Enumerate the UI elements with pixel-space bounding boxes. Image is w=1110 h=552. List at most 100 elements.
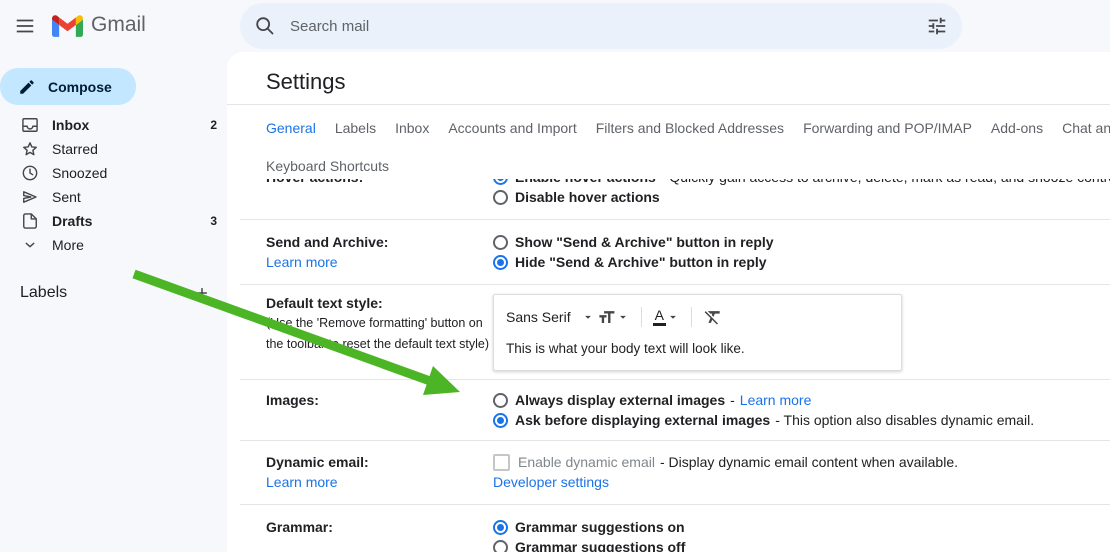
sidebar-item-label: Snoozed xyxy=(52,165,107,181)
tab-keyboard-shortcuts[interactable]: Keyboard Shortcuts xyxy=(266,158,389,174)
text-color-dropdown[interactable]: A xyxy=(651,308,682,326)
draft-icon xyxy=(20,211,40,231)
text-color-icon: A xyxy=(653,308,666,326)
setting-row-send-and-archive: Send and Archive: Learn more Show "Send … xyxy=(240,220,1110,285)
labels-title: Labels xyxy=(20,284,67,302)
show-send-archive-option[interactable]: Show "Send & Archive" button in reply xyxy=(515,232,774,252)
title-divider xyxy=(227,104,1110,105)
grammar-label: Grammar: xyxy=(266,517,493,537)
chevron-down-icon xyxy=(666,310,680,324)
radio-disable-hover-actions[interactable] xyxy=(493,190,508,205)
tab-forwarding-and-pop-imap[interactable]: Forwarding and POP/IMAP xyxy=(803,118,972,142)
images-learn-more-link[interactable]: Learn more xyxy=(740,390,812,410)
sidebar-item-label: Starred xyxy=(52,141,98,157)
dynamic-email-learn-more-link[interactable]: Learn more xyxy=(266,472,338,492)
text-style-editor-box: Sans Serif A xyxy=(493,294,902,371)
setting-row-images: Images: Always display external images -… xyxy=(240,380,1110,441)
sidebar-nav: Inbox 2 Starred Snoozed Sent xyxy=(0,113,227,257)
search-bar[interactable] xyxy=(240,3,962,49)
font-family-dropdown[interactable]: Sans Serif xyxy=(506,309,595,325)
labels-section-header: Labels xyxy=(20,284,217,302)
radio-hide-send-archive[interactable] xyxy=(493,255,508,270)
dynamic-email-desc: - Display dynamic email content when ava… xyxy=(660,452,958,472)
settings-tabs-row2: Keyboard Shortcuts xyxy=(266,156,389,176)
sidebar-item-more[interactable]: More xyxy=(0,233,227,257)
enable-dynamic-email-option: Enable dynamic email xyxy=(518,452,655,472)
radio-ask-before-displaying-images[interactable] xyxy=(493,413,508,428)
sidebar-item-drafts[interactable]: Drafts 3 xyxy=(0,209,227,233)
search-input[interactable] xyxy=(288,17,926,36)
grammar-on-option[interactable]: Grammar suggestions on xyxy=(515,517,685,537)
setting-row-default-text-style: Default text style: (Use the 'Remove for… xyxy=(240,285,1110,380)
compose-button[interactable]: Compose xyxy=(0,68,136,105)
send-archive-learn-more-link[interactable]: Learn more xyxy=(266,252,338,272)
disable-hover-actions-option[interactable]: Disable hover actions xyxy=(515,187,660,207)
search-filter-tune-icon[interactable] xyxy=(926,15,948,37)
tab-inbox[interactable]: Inbox xyxy=(395,118,429,142)
body-text-preview: This is what your body text will look li… xyxy=(506,340,889,358)
tab-add-ons[interactable]: Add-ons xyxy=(991,118,1043,142)
sidebar-item-inbox[interactable]: Inbox 2 xyxy=(0,113,227,137)
tab-filters-and-blocked-addresses[interactable]: Filters and Blocked Addresses xyxy=(596,118,784,142)
star-icon xyxy=(20,139,40,159)
radio-enable-hover-actions[interactable] xyxy=(493,179,508,185)
text-style-note-line1: (Use the 'Remove formatting' button on xyxy=(266,313,493,334)
dash-separator: - xyxy=(730,390,735,410)
sidebar-item-snoozed[interactable]: Snoozed xyxy=(0,161,227,185)
gmail-logo[interactable]: Gmail xyxy=(52,13,146,37)
brand-name: Gmail xyxy=(91,13,146,37)
toolbar-separator xyxy=(641,307,642,327)
radio-grammar-off[interactable] xyxy=(493,540,508,552)
checkbox-enable-dynamic-email[interactable] xyxy=(493,454,510,471)
inbox-count: 2 xyxy=(210,118,217,132)
sidebar-item-label: Sent xyxy=(52,189,81,205)
settings-panel: Settings General Labels Inbox Accounts a… xyxy=(227,52,1110,552)
enable-hover-actions-desc: - Quickly gain access to archive, delete… xyxy=(661,179,1110,187)
text-style-note-line2: the toolbar to reset the default text st… xyxy=(266,334,493,355)
developer-settings-link[interactable]: Developer settings xyxy=(493,472,609,492)
radio-always-display-images[interactable] xyxy=(493,393,508,408)
font-family-value: Sans Serif xyxy=(506,309,571,325)
font-size-dropdown[interactable] xyxy=(595,308,632,327)
settings-scroll-area: Hover actions: Enable hover actions - Qu… xyxy=(240,179,1110,552)
chevron-down-icon xyxy=(581,310,595,324)
format-clear-icon xyxy=(703,307,723,327)
send-icon xyxy=(20,187,40,207)
setting-row-dynamic-email: Dynamic email: Learn more Enable dynamic… xyxy=(240,441,1110,505)
enable-hover-actions-option[interactable]: Enable hover actions xyxy=(515,179,656,187)
sidebar-item-starred[interactable]: Starred xyxy=(0,137,227,161)
toolbar-separator xyxy=(691,307,692,327)
add-label-icon[interactable] xyxy=(193,284,211,302)
topbar xyxy=(227,0,1110,52)
chevron-down-icon xyxy=(20,235,40,255)
inbox-icon xyxy=(20,115,40,135)
sidebar-item-label: Inbox xyxy=(52,117,89,133)
hover-actions-label: Hover actions: xyxy=(266,179,493,187)
clock-icon xyxy=(20,163,40,183)
default-text-style-label: Default text style: xyxy=(266,293,493,313)
sidebar-item-label: More xyxy=(52,237,84,253)
ask-images-desc: - This option also disables dynamic emai… xyxy=(775,410,1034,430)
grammar-off-option[interactable]: Grammar suggestions off xyxy=(515,537,685,552)
settings-tabs: General Labels Inbox Accounts and Import… xyxy=(266,118,1110,142)
hide-send-archive-option[interactable]: Hide "Send & Archive" button in reply xyxy=(515,252,767,272)
ask-before-displaying-images-option[interactable]: Ask before displaying external images xyxy=(515,410,770,430)
always-display-images-option[interactable]: Always display external images xyxy=(515,390,725,410)
tab-chat-and-meet[interactable]: Chat and Meet xyxy=(1062,118,1110,142)
drafts-count: 3 xyxy=(210,214,217,228)
pencil-icon xyxy=(18,78,36,96)
radio-show-send-archive[interactable] xyxy=(493,235,508,250)
sidebar-item-sent[interactable]: Sent xyxy=(0,185,227,209)
radio-grammar-on[interactable] xyxy=(493,520,508,535)
tab-labels[interactable]: Labels xyxy=(335,118,376,142)
setting-row-hover-actions: Hover actions: Enable hover actions - Qu… xyxy=(240,179,1110,220)
tab-general[interactable]: General xyxy=(266,118,316,142)
text-style-toolbar: Sans Serif A xyxy=(506,304,889,330)
remove-formatting-button[interactable] xyxy=(701,307,725,327)
search-icon[interactable] xyxy=(254,15,276,37)
gmail-m-icon xyxy=(52,13,83,37)
tab-accounts-and-import[interactable]: Accounts and Import xyxy=(448,118,576,142)
hamburger-menu-icon[interactable] xyxy=(14,15,36,37)
send-archive-label: Send and Archive: xyxy=(266,232,493,252)
images-label: Images: xyxy=(266,390,493,410)
